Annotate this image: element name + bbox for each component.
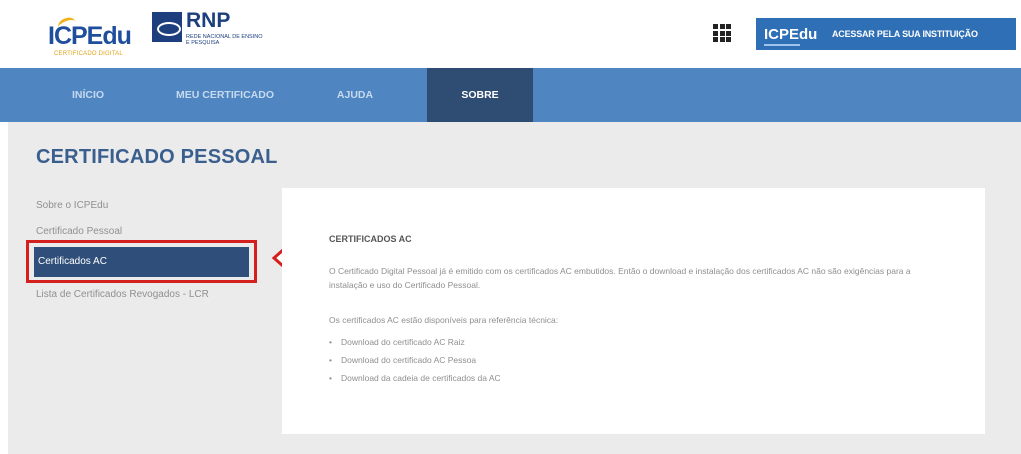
rnp-logo-text: RNP [186, 9, 231, 32]
sidebar-item-certificado-pessoal[interactable]: Certificado Pessoal [36, 225, 122, 239]
icpedu-logo-subtitle: CERTIFICADO DIGITAL [54, 51, 123, 57]
access-button-label: ACESSAR PELA SUA INSTITUIÇÃO [832, 29, 978, 39]
rnp-logo[interactable]: RNP REDE NACIONAL DE ENSINO E PESQUISA [152, 9, 272, 60]
icpedu-logo-text: ICPEdu [48, 22, 132, 50]
highlight-box [26, 240, 257, 283]
access-button-logo: ICPEdu [756, 26, 832, 46]
download-link-ac-raiz[interactable]: Download do certificado AC Raiz [329, 333, 501, 351]
sidebar-item-lcr[interactable]: Lista de Certificados Revogados - LCR [36, 288, 236, 302]
nav-ajuda[interactable]: AJUDA [315, 68, 395, 122]
grid-apps-icon[interactable] [713, 24, 731, 42]
nav-sobre[interactable]: SOBRE [427, 68, 533, 122]
page-title: CERTIFICADO PESSOAL [36, 146, 278, 168]
main-nav: INÍCIO MEU CERTIFICADO AJUDA SOBRE [0, 68, 1021, 122]
sidebar-item-sobre-icpedu[interactable]: Sobre o ICPEdu [36, 199, 108, 213]
rnp-logo-subtitle: REDE NACIONAL DE ENSINO E PESQUISA [186, 34, 263, 46]
site-header: ICPEdu CERTIFICADO DIGITAL RNP REDE NACI… [0, 0, 1021, 68]
content-heading: CERTIFICADOS AC [329, 234, 412, 244]
nav-meu-certificado[interactable]: MEU CERTIFICADO [155, 68, 295, 122]
content-panel: CERTIFICADOS AC O Certificado Digital Pe… [282, 188, 985, 434]
rnp-logo-mark [152, 12, 182, 42]
content-paragraph: O Certificado Digital Pessoal já é emiti… [329, 266, 911, 290]
icpedu-logo[interactable]: ICPEdu CERTIFICADO DIGITAL [48, 14, 140, 60]
download-link-cadeia[interactable]: Download da cadeia de certificados da AC [329, 369, 501, 387]
content-intro: Os certificados AC estão disponíveis par… [329, 315, 559, 325]
nav-inicio[interactable]: INÍCIO [48, 68, 128, 122]
download-link-ac-pessoa[interactable]: Download do certificado AC Pessoa [329, 351, 501, 369]
download-list: Download do certificado AC Raiz Download… [329, 333, 501, 387]
institution-login-button[interactable]: ICPEdu ACESSAR PELA SUA INSTITUIÇÃO [756, 18, 1016, 50]
